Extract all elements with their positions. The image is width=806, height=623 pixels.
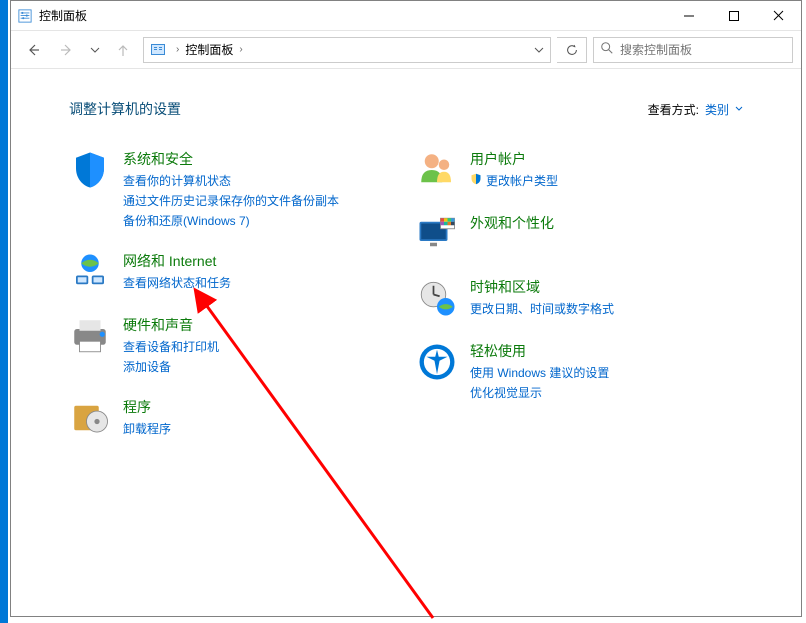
category-title[interactable]: 时钟和区域: [470, 277, 614, 297]
window-title: 控制面板: [39, 7, 87, 24]
category-hardware-sound: 硬件和声音 查看设备和打印机 添加设备: [69, 315, 396, 375]
category-user-accounts: 用户帐户 更改帐户类型: [416, 149, 743, 191]
category-clock-region: 时钟和区域 更改日期、时间或数字格式: [416, 277, 743, 319]
globe-network-icon: [69, 251, 111, 293]
category-link[interactable]: 备份和还原(Windows 7): [123, 212, 339, 229]
category-title[interactable]: 轻松使用: [470, 341, 609, 361]
category-link[interactable]: 卸载程序: [123, 420, 171, 437]
address-dropdown[interactable]: [528, 38, 550, 62]
breadcrumb-item[interactable]: 控制面板: [185, 41, 233, 58]
recent-dropdown[interactable]: [87, 36, 103, 64]
category-ease-of-access: 轻松使用 使用 Windows 建议的设置 优化视觉显示: [416, 341, 743, 401]
category-system-security: 系统和安全 查看你的计算机状态 通过文件历史记录保存你的文件备份副本 备份和还原…: [69, 149, 396, 229]
page-heading: 调整计算机的设置: [69, 99, 181, 119]
category-link[interactable]: 更改日期、时间或数字格式: [470, 300, 614, 317]
category-link[interactable]: 查看设备和打印机: [123, 338, 219, 355]
monitor-colors-icon: [416, 213, 458, 255]
breadcrumb[interactable]: › 控制面板 ›: [143, 37, 551, 63]
printer-icon: [69, 315, 111, 357]
category-appearance: 外观和个性化: [416, 213, 743, 255]
disc-box-icon: [69, 397, 111, 439]
search-input[interactable]: [620, 43, 786, 57]
up-button[interactable]: [109, 36, 137, 64]
forward-button[interactable]: [53, 36, 81, 64]
category-link[interactable]: 查看网络状态和任务: [123, 274, 231, 291]
shield-small-icon: [470, 173, 482, 188]
maximize-button[interactable]: [711, 1, 756, 30]
category-title[interactable]: 硬件和声音: [123, 315, 219, 335]
category-programs: 程序 卸载程序: [69, 397, 396, 439]
chevron-down-icon[interactable]: [735, 102, 743, 116]
category-link[interactable]: 添加设备: [123, 358, 219, 375]
category-title[interactable]: 程序: [123, 397, 171, 417]
category-link[interactable]: 通过文件历史记录保存你的文件备份副本: [123, 192, 339, 209]
content-area: 调整计算机的设置 查看方式: 类别 系统和安全 查看你的计算机状态 通过: [11, 69, 801, 616]
shield-icon: [69, 149, 111, 191]
category-link[interactable]: 优化视觉显示: [470, 384, 609, 401]
category-title[interactable]: 用户帐户: [470, 149, 558, 169]
category-link[interactable]: 更改帐户类型: [486, 172, 558, 189]
view-by-value[interactable]: 类别: [705, 101, 729, 118]
category-network: 网络和 Internet 查看网络状态和任务: [69, 251, 396, 293]
ease-access-icon: [416, 341, 458, 383]
category-title[interactable]: 外观和个性化: [470, 213, 554, 233]
search-icon: [600, 41, 614, 58]
control-panel-window: 控制面板 ›: [10, 0, 802, 617]
toolbar: › 控制面板 ›: [11, 31, 801, 69]
users-icon: [416, 149, 458, 191]
titlebar: 控制面板: [11, 1, 801, 31]
category-title[interactable]: 网络和 Internet: [123, 251, 231, 271]
view-by-label: 查看方式:: [648, 101, 699, 118]
clock-globe-icon: [416, 277, 458, 319]
control-panel-small-icon: [150, 42, 166, 58]
category-link[interactable]: 使用 Windows 建议的设置: [470, 364, 609, 381]
back-button[interactable]: [19, 36, 47, 64]
category-title[interactable]: 系统和安全: [123, 149, 339, 169]
refresh-button[interactable]: [557, 37, 587, 63]
search-box[interactable]: [593, 37, 793, 63]
minimize-button[interactable]: [666, 1, 711, 30]
close-button[interactable]: [756, 1, 801, 30]
category-link[interactable]: 查看你的计算机状态: [123, 172, 339, 189]
control-panel-icon: [17, 8, 33, 24]
chevron-right-icon[interactable]: ›: [237, 44, 244, 55]
chevron-right-icon[interactable]: ›: [174, 44, 181, 55]
